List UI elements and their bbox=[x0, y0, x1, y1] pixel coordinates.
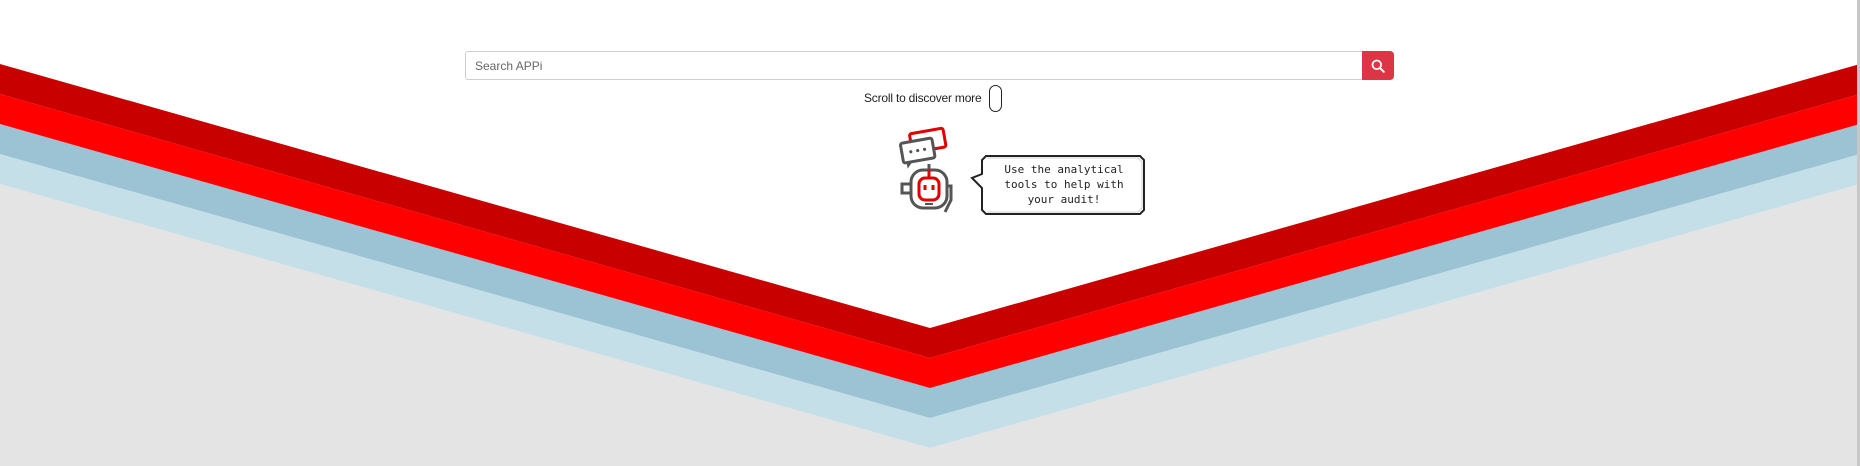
search-button[interactable] bbox=[1362, 51, 1394, 80]
robot-chat-icon bbox=[899, 126, 953, 213]
speech-bubble-text: Use the analytical tools to help with yo… bbox=[992, 162, 1136, 207]
speech-line: Use the analytical bbox=[1004, 163, 1124, 176]
speech-line: your audit! bbox=[1027, 193, 1101, 206]
scroll-hint-label: Scroll to discover more bbox=[864, 91, 982, 105]
search-bar bbox=[465, 51, 1394, 80]
scroll-hint: Scroll to discover more bbox=[864, 83, 1003, 113]
landing-page: Scroll to discover more bbox=[0, 0, 1860, 466]
search-input[interactable] bbox=[465, 51, 1362, 80]
speech-line: tools to help with bbox=[1004, 178, 1124, 191]
search-icon bbox=[1371, 59, 1385, 73]
mouse-icon bbox=[989, 84, 1003, 112]
